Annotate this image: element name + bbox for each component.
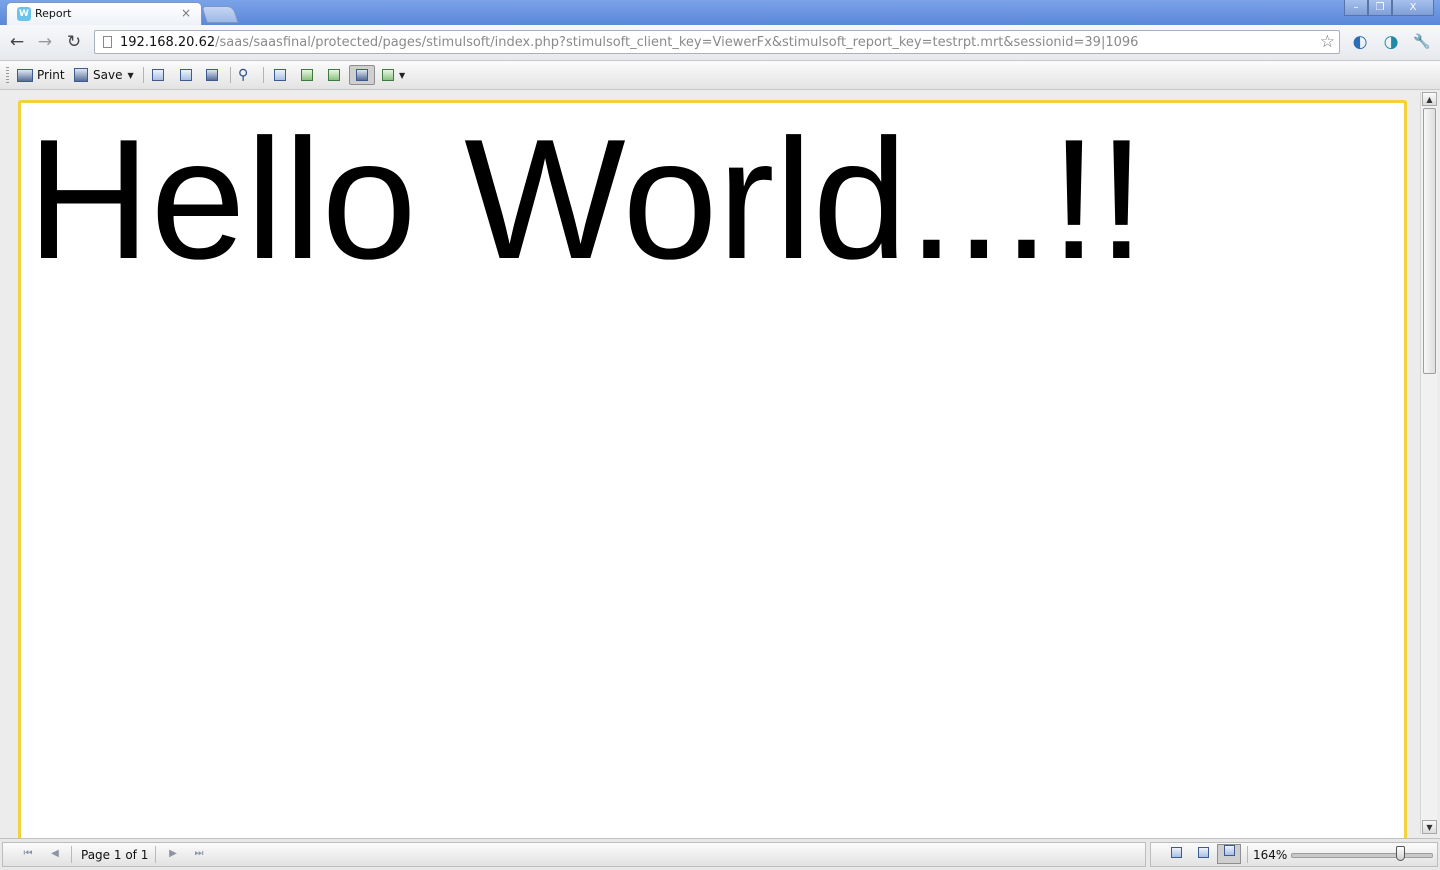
scroll-thumb[interactable] xyxy=(1423,108,1436,374)
one-page-view-button[interactable] xyxy=(1169,847,1183,861)
report-viewport[interactable]: Hello World...!! xyxy=(0,90,1420,840)
bookmarks-icon xyxy=(152,69,164,81)
report-text: Hello World...!! xyxy=(27,104,1146,295)
scroll-down-icon[interactable]: ▼ xyxy=(1422,820,1437,834)
scroll-up-icon[interactable]: ▲ xyxy=(1422,92,1437,106)
tab-close-icon[interactable]: × xyxy=(181,6,191,20)
zoom-level: 164% xyxy=(1253,848,1288,862)
thumbnails-button[interactable] xyxy=(206,65,218,85)
single-page-button[interactable] xyxy=(274,65,286,85)
bookmark-star-icon[interactable]: ☆ xyxy=(1320,32,1335,52)
zoom-panel: 164% xyxy=(1150,842,1438,867)
vertical-scrollbar[interactable]: ▲ ▼ xyxy=(1420,92,1437,834)
multi-page-view-button[interactable] xyxy=(1217,844,1241,864)
zoom-slider-track[interactable] xyxy=(1291,853,1433,858)
forward-arrow-icon[interactable]: → xyxy=(35,32,55,52)
page-width-icon xyxy=(356,69,368,81)
save-label: Save xyxy=(93,68,123,82)
restore-button[interactable]: ❐ xyxy=(1368,0,1392,16)
two-page-icon xyxy=(1197,847,1209,858)
binoculars-icon: ⚲ xyxy=(238,67,249,83)
tab-title: Report xyxy=(35,7,72,20)
status-divider xyxy=(1247,846,1248,863)
printer-icon xyxy=(17,68,33,82)
parameters-button[interactable] xyxy=(180,65,192,85)
multi-page-view-icon xyxy=(1223,845,1235,856)
page-width-button[interactable] xyxy=(349,65,375,85)
close-window-button[interactable]: X xyxy=(1392,0,1434,16)
floppy-disk-icon xyxy=(74,68,88,82)
previous-page-icon[interactable]: ◀ xyxy=(48,847,62,861)
page-icon xyxy=(103,36,112,48)
last-page-icon[interactable]: ⏭ xyxy=(192,847,206,861)
save-button[interactable]: Save ▼ xyxy=(74,65,134,85)
page-navigation-panel: ⏮ ◀ Page 1 of 1 ▶ ⏭ xyxy=(2,842,1146,867)
toolbar-divider xyxy=(143,67,144,83)
view-mode-dropdown-icon[interactable]: ▼ xyxy=(399,71,405,80)
view-mode-button[interactable]: ▼ xyxy=(382,65,405,85)
browser-nav-bar: ← → ↻ 192.168.20.62/saas/saasfinal/prote… xyxy=(0,25,1440,61)
single-page-icon xyxy=(274,69,286,81)
print-label: Print xyxy=(37,68,65,82)
parameters-icon xyxy=(180,69,192,81)
continuous-page-icon xyxy=(301,69,313,81)
extension-icon[interactable]: ◐ xyxy=(1350,32,1370,52)
toolbar-divider xyxy=(230,67,231,83)
one-page-icon xyxy=(1170,847,1182,858)
toolbar-grip xyxy=(6,67,9,83)
thumbnails-icon xyxy=(206,69,218,81)
address-bar[interactable]: 192.168.20.62/saas/saasfinal/protected/p… xyxy=(94,30,1340,54)
continuous-page-button[interactable] xyxy=(301,65,313,85)
status-divider xyxy=(155,846,156,863)
extension-icon-2[interactable]: ◑ xyxy=(1381,32,1401,52)
multi-page-icon xyxy=(328,69,340,81)
back-arrow-icon[interactable]: ← xyxy=(7,32,27,52)
status-divider xyxy=(71,846,72,863)
window-controls: – ❐ X xyxy=(1344,0,1434,16)
print-button[interactable]: Print xyxy=(17,65,65,85)
report-page: Hello World...!! xyxy=(18,100,1407,840)
url-text[interactable]: 192.168.20.62/saas/saasfinal/protected/p… xyxy=(120,35,1138,50)
wrench-icon[interactable]: 🔧 xyxy=(1412,32,1432,52)
bookmarks-button[interactable] xyxy=(152,65,164,85)
save-dropdown-icon[interactable]: ▼ xyxy=(127,71,133,80)
url-host: 192.168.20.62 xyxy=(120,35,216,50)
next-page-icon[interactable]: ▶ xyxy=(166,847,180,861)
zoom-slider-handle[interactable] xyxy=(1396,846,1405,861)
find-button[interactable]: ⚲ xyxy=(238,65,248,85)
toolbar-divider xyxy=(263,67,264,83)
new-tab-button[interactable] xyxy=(201,6,239,23)
view-mode-icon xyxy=(382,69,394,81)
url-path: /saas/saasfinal/protected/pages/stimulso… xyxy=(215,35,1139,50)
tab-report[interactable]: W Report × xyxy=(6,2,202,25)
first-page-icon[interactable]: ⏮ xyxy=(21,847,35,861)
two-page-view-button[interactable] xyxy=(1196,847,1210,861)
minimize-button[interactable]: – xyxy=(1344,0,1368,16)
viewer-toolbar: Print Save ▼ ⚲ ▼ xyxy=(0,61,1440,90)
status-bar: ⏮ ◀ Page 1 of 1 ▶ ⏭ 164% xyxy=(0,838,1440,870)
report-favicon-icon: W xyxy=(17,7,31,21)
page-indicator: Page 1 of 1 xyxy=(81,848,149,862)
multi-page-button[interactable] xyxy=(328,65,340,85)
reload-icon[interactable]: ↻ xyxy=(64,32,84,52)
browser-title-bar: W Report × – ❐ X xyxy=(0,0,1440,25)
